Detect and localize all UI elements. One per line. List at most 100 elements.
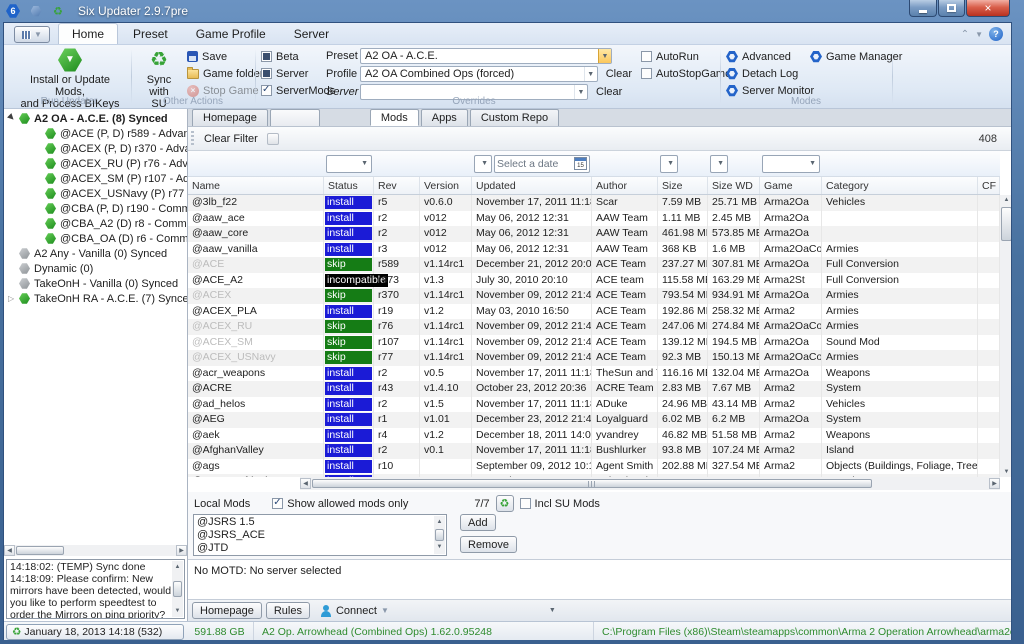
- detach-log-button[interactable]: Detach Log: [726, 65, 814, 82]
- tab-apps[interactable]: Apps: [421, 109, 468, 126]
- rules-button[interactable]: Rules: [266, 602, 310, 619]
- table-row[interactable]: @aaw_vanillainstallr3v012May 06, 2012 12…: [188, 242, 1000, 258]
- tab-blank[interactable]: [270, 109, 320, 126]
- tab-mods[interactable]: Mods: [370, 109, 419, 126]
- table-row[interactable]: @ACEXskipr370v1.14rc1November 09, 2012 2…: [188, 288, 1000, 304]
- column-header-version[interactable]: Version: [420, 177, 472, 194]
- tree-item[interactable]: @ACEX_SM (P) r107 - Advanced: [4, 171, 187, 186]
- calendar-icon[interactable]: 15: [574, 157, 587, 170]
- ribbon-tab-server[interactable]: Server: [281, 24, 342, 44]
- scroll-right-icon[interactable]: ▶: [989, 478, 1000, 489]
- expander-icon[interactable]: [6, 112, 19, 125]
- autostopgame-checkbox[interactable]: AutoStopGame: [641, 65, 731, 82]
- table-row[interactable]: @ACE_A2incompatibler373v1.3July 30, 2010…: [188, 273, 1000, 289]
- column-header-author[interactable]: Author: [592, 177, 658, 194]
- clear-server-button[interactable]: Clear: [596, 86, 622, 98]
- table-row[interactable]: @aekinstallr4v1.2December 18, 2011 14:08…: [188, 428, 1000, 444]
- table-row[interactable]: @AfghanValleyinstallr2v0.1November 17, 2…: [188, 443, 1000, 459]
- filter-sizewd-combobox[interactable]: ▼: [710, 155, 728, 173]
- scroll-up-icon[interactable]: ▲: [437, 516, 443, 529]
- tree-item[interactable]: @CBA (P, D) r190 - Community: [4, 201, 187, 216]
- profile-combobox[interactable]: A2 OA Combined Ops (forced)▼: [360, 66, 598, 82]
- ribbon-tab-preset[interactable]: Preset: [120, 24, 181, 44]
- filter-status-combobox[interactable]: ▼: [326, 155, 372, 173]
- table-row[interactable]: @ACEskipr589v1.14rc1December 21, 2012 20…: [188, 257, 1000, 273]
- log-output[interactable]: 14:18:02: (TEMP) Sync done14:18:09: Plea…: [6, 559, 185, 619]
- scrollbar-thumb[interactable]: [312, 479, 872, 488]
- tree-item[interactable]: Dynamic (0): [4, 261, 187, 276]
- server-checkbox[interactable]: Server: [261, 65, 335, 82]
- incl-su-mods-checkbox[interactable]: Incl SU Mods: [520, 495, 600, 512]
- scroll-up-icon[interactable]: ▲: [1004, 195, 1010, 203]
- application-menu-button[interactable]: ▼: [14, 26, 50, 43]
- tree-horizontal-scrollbar[interactable]: ◀ ▶: [4, 545, 187, 556]
- table-row[interactable]: @ad_helosinstallr2v1.5November 17, 2011 …: [188, 397, 1000, 413]
- show-allowed-checkbox[interactable]: Show allowed mods only: [272, 495, 408, 512]
- list-item[interactable]: @JSRS_ACE: [197, 529, 432, 542]
- filter-date-operator-combobox[interactable]: ▼: [474, 155, 492, 173]
- tree-item[interactable]: A2 Any - Vanilla (0) Synced: [4, 246, 187, 261]
- local-mods-listbox[interactable]: @JSRS 1.5@JSRS_ACE@JTD ▲ ▼: [193, 514, 447, 556]
- date-status-button[interactable]: ♻ January 18, 2013 14:18 (532): [6, 624, 184, 640]
- ribbon-collapse-icon[interactable]: ⌃: [961, 29, 969, 40]
- table-row[interactable]: @ACREinstallr43v1.4.10October 23, 2012 2…: [188, 381, 1000, 397]
- refresh-local-mods-button[interactable]: ♻: [496, 495, 514, 512]
- table-row[interactable]: @AEGinstallr1v1.01December 23, 2012 21:4…: [188, 412, 1000, 428]
- scroll-up-icon[interactable]: ▲: [175, 561, 181, 573]
- chevron-down-icon[interactable]: ▼: [598, 49, 611, 63]
- log-vertical-scrollbar[interactable]: ▲ ▼: [172, 561, 183, 617]
- tree-item[interactable]: @ACEX_USNavy (P) r77 - Advan: [4, 186, 187, 201]
- ribbon-tab-game-profile[interactable]: Game Profile: [183, 24, 279, 44]
- tree-item[interactable]: @ACEX_RU (P) r76 - Advanced: [4, 156, 187, 171]
- table-row[interactable]: @acr_weaponsinstallr2v0.5November 17, 20…: [188, 366, 1000, 382]
- table-row[interactable]: @ACEX_SMskipr107v1.14rc1November 09, 201…: [188, 335, 1000, 351]
- table-vertical-scrollbar[interactable]: ▲ ▼: [1000, 195, 1012, 477]
- column-header-size[interactable]: Size: [658, 177, 708, 194]
- beta-checkbox[interactable]: Beta: [261, 48, 335, 65]
- filter-size-combobox[interactable]: ▼: [660, 155, 678, 173]
- tab-custom-repo[interactable]: Custom Repo: [470, 109, 559, 126]
- tree-item[interactable]: @ACEX (P, D) r370 - Advanced C: [4, 141, 187, 156]
- table-row[interactable]: @ACEX_RUskipr76v1.14rc1November 09, 2012…: [188, 319, 1000, 335]
- advanced-button[interactable]: Advanced: [726, 48, 814, 65]
- qat-sync-button[interactable]: ♻: [50, 3, 66, 19]
- scrollbar-thumb[interactable]: [173, 581, 182, 597]
- column-header-category[interactable]: Category: [822, 177, 978, 194]
- list-item[interactable]: @JSRS 1.5: [197, 516, 432, 529]
- column-header-name[interactable]: Name: [188, 177, 324, 194]
- preset-combobox[interactable]: A2 OA - A.C.E.▼: [360, 48, 612, 64]
- servermods-checkbox[interactable]: ServerMods: [261, 82, 335, 99]
- listbox-vertical-scrollbar[interactable]: ▲ ▼: [434, 516, 445, 554]
- scroll-left-icon[interactable]: ◀: [4, 545, 15, 556]
- column-header-updated[interactable]: Updated: [472, 177, 592, 194]
- scroll-down-icon[interactable]: ▼: [175, 605, 181, 617]
- chevron-down-icon[interactable]: ▼: [975, 30, 983, 39]
- scrollbar-thumb[interactable]: [16, 546, 64, 555]
- clear-filter-button[interactable]: Clear Filter: [198, 130, 264, 148]
- table-row[interactable]: @3lb_f22installr5v0.6.0November 17, 2011…: [188, 195, 1000, 211]
- add-button[interactable]: Add: [460, 514, 496, 531]
- tree-item[interactable]: TakeOnH RA - A.C.E. (7) Synced: [4, 291, 187, 306]
- minimize-button[interactable]: [909, 0, 937, 17]
- column-header-sizewd[interactable]: Size WD: [708, 177, 760, 194]
- homepage-button[interactable]: Homepage: [192, 602, 262, 619]
- ribbon-tab-home[interactable]: Home: [58, 23, 118, 44]
- tab-homepage[interactable]: Homepage: [192, 109, 268, 126]
- server-combobox-caret[interactable]: ▼: [549, 607, 556, 614]
- expander-icon[interactable]: [8, 294, 18, 303]
- column-header-status[interactable]: Status: [324, 177, 374, 194]
- connect-button[interactable]: Connect ▼: [314, 602, 395, 620]
- chevron-down-icon[interactable]: ▼: [584, 67, 597, 81]
- chevron-down-icon[interactable]: ▼: [574, 85, 587, 99]
- column-header-rev[interactable]: Rev: [374, 177, 420, 194]
- tree-item[interactable]: TakeOnH - Vanilla (0) Synced: [4, 276, 187, 291]
- close-button[interactable]: ×: [966, 0, 1010, 17]
- scroll-down-icon[interactable]: ▼: [437, 541, 443, 554]
- tree-item[interactable]: @ACE (P, D) r589 - Advanced Co: [4, 126, 187, 141]
- scroll-down-icon[interactable]: ▼: [1004, 469, 1010, 477]
- scrollbar-thumb[interactable]: [435, 529, 444, 541]
- scroll-right-icon[interactable]: ▶: [176, 545, 187, 556]
- filter-game-combobox[interactable]: ▼: [762, 155, 820, 173]
- table-row[interactable]: @ACEX_PLAinstallr19v1.2May 03, 2010 16:5…: [188, 304, 1000, 320]
- tree-item[interactable]: A2 OA - A.C.E. (8) Synced: [4, 111, 187, 126]
